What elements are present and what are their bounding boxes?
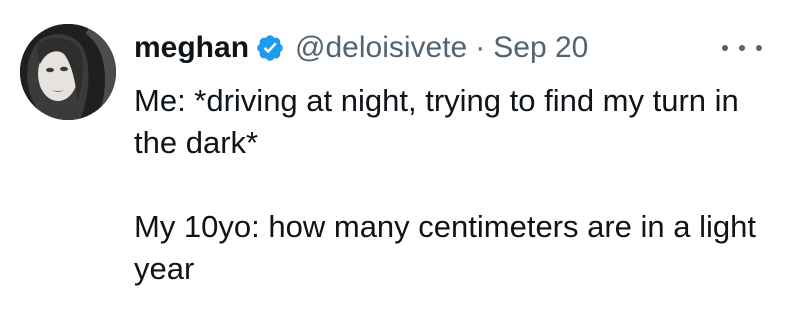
display-name[interactable]: meghan — [134, 31, 249, 65]
tweet-text: Me: *driving at night, trying to find my… — [134, 80, 774, 290]
tweet-card: meghan @deloisivete · Sep 20 Me: *drivin… — [0, 0, 800, 332]
avatar[interactable] — [20, 24, 116, 120]
separator-dot: · — [475, 31, 486, 64]
tweet-header: meghan @deloisivete · Sep 20 — [134, 26, 780, 70]
more-dot-icon — [722, 45, 728, 51]
tweet-date[interactable]: Sep 20 — [493, 31, 588, 65]
tweet-paragraph: Me: *driving at night, trying to find my… — [134, 83, 739, 160]
verified-badge-icon — [255, 33, 285, 63]
more-options-icon[interactable] — [722, 32, 762, 64]
tweet-paragraph: My 10yo: how many centimeters are in a l… — [134, 209, 756, 286]
avatar-image — [20, 24, 116, 120]
more-dot-icon — [756, 45, 762, 51]
more-dot-icon — [739, 45, 745, 51]
user-handle[interactable]: @deloisivete — [295, 31, 467, 65]
